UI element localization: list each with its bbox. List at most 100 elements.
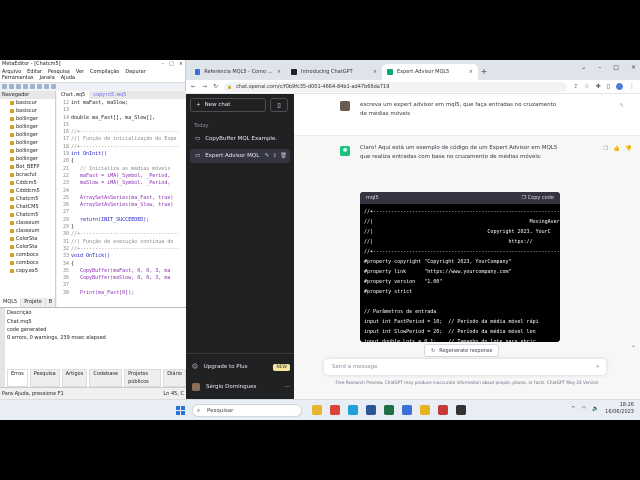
navigator-item[interactable]: Chatcm5 (0, 211, 55, 219)
back-icon[interactable]: ← (191, 83, 196, 90)
editor-tab-chat[interactable]: Chat.mq5 (57, 91, 90, 99)
navigator-item[interactable]: combocx (0, 259, 55, 267)
navigator-item[interactable]: classeum (0, 219, 55, 227)
mail-icon[interactable] (438, 405, 448, 415)
navigator-item[interactable]: Cdddcm5 (0, 187, 55, 195)
navigator-tab-b[interactable]: B (45, 298, 56, 307)
copy-code-button[interactable]: ❐ Copy code (522, 195, 554, 201)
toolbox-tab-diario[interactable]: Diário (163, 369, 186, 387)
toolbox-tab-erros[interactable]: Erros (7, 369, 28, 387)
user-menu-button[interactable]: Sérgio Domingues ⋯ (192, 380, 290, 394)
share-icon[interactable]: ⇪ (272, 153, 277, 159)
run-icon[interactable] (51, 84, 56, 89)
close-tab-icon[interactable]: × (469, 69, 473, 75)
scroll-down-icon[interactable]: ⌄ (631, 342, 636, 349)
menu-janela[interactable]: Janela (40, 75, 55, 81)
code-editor[interactable]: Chat.mq5 copyro5.mq5 12 int maFast, maSlo… (57, 91, 186, 307)
toolbox-tab-pesquisa[interactable]: Pesquisa (29, 369, 60, 387)
new-file-icon[interactable] (2, 84, 7, 89)
close-icon[interactable]: × (631, 64, 636, 71)
navigator-item[interactable]: bollinger (0, 139, 55, 147)
star-icon[interactable]: ☆ (584, 83, 589, 90)
menu-ajuda[interactable]: Ajuda (61, 75, 75, 81)
new-tab-icon[interactable]: + (478, 64, 490, 80)
close-icon[interactable]: × (179, 61, 183, 67)
reload-icon[interactable]: ↻ (213, 83, 218, 90)
navigator-item[interactable]: combocx (0, 251, 55, 259)
maximize-icon[interactable]: □ (169, 61, 174, 67)
navigator-item[interactable]: copy.ex5 (0, 267, 55, 275)
clock[interactable]: 18:26 16/06/2023 (605, 402, 634, 416)
toolbox-tab-artigos[interactable]: Artigos (61, 369, 88, 387)
trash-icon[interactable]: 🗑 (280, 153, 287, 159)
address-bar[interactable]: chat.openai.com/c/f0b9fc35-d001-4664-84b… (224, 81, 568, 92)
open-icon[interactable] (9, 84, 14, 89)
edit-icon[interactable]: ✎ (619, 103, 624, 109)
edit-icon[interactable]: ✎ (265, 153, 270, 159)
hide-sidebar-button[interactable]: ▯ (270, 98, 288, 112)
navigator-item[interactable]: bollinger (0, 115, 55, 123)
chrome-icon[interactable] (330, 405, 340, 415)
menu-compilacao[interactable]: Compilação (90, 69, 119, 75)
thumbs-up-icon[interactable]: 👍 (613, 146, 620, 152)
excel-icon[interactable] (384, 405, 394, 415)
navigator-item[interactable]: basiscur (0, 107, 55, 115)
windows-start-icon[interactable] (176, 406, 185, 415)
speaker-icon[interactable]: 🔈 (592, 406, 599, 412)
metaeditor-icon[interactable] (420, 405, 430, 415)
navigator-item[interactable]: bollinger (0, 131, 55, 139)
menu-ver[interactable]: Ver (76, 69, 84, 75)
copy-icon[interactable]: ❐ (603, 146, 608, 152)
store-icon[interactable] (402, 405, 412, 415)
minimize-icon[interactable]: – (162, 61, 165, 67)
navigator-item[interactable]: bcracfut (0, 171, 55, 179)
chrome-tab-introducing-chatgpt[interactable]: Introducing ChatGPT × (286, 64, 382, 80)
toolbox-row[interactable]: Chat.mq5 (7, 319, 184, 326)
navigator-item[interactable]: bollinger (0, 123, 55, 131)
toolbox-row[interactable]: code generated (7, 327, 184, 334)
chrome-tab-expert-advisor[interactable]: Expert Advisor MQL5 × (382, 64, 478, 80)
editor-tab-copy[interactable]: copyro5.mq5 (89, 91, 130, 99)
chevron-down-icon[interactable]: ⌄ (581, 64, 586, 71)
send-icon[interactable]: ➤ (595, 359, 600, 375)
extensions-icon[interactable]: ✚ (596, 83, 601, 90)
navigator-item[interactable]: Bot_BEFP (0, 163, 55, 171)
menu-ferramentas[interactable]: Ferramentas (2, 75, 34, 81)
copy-icon[interactable] (30, 84, 35, 89)
navigator-tab-mql5[interactable]: MQL5 (0, 298, 21, 307)
minimize-icon[interactable]: – (598, 64, 601, 71)
navigator-item[interactable]: bollinger (0, 147, 55, 155)
compile-icon[interactable] (44, 84, 49, 89)
close-tab-icon[interactable]: × (373, 69, 377, 75)
save-icon[interactable] (16, 84, 21, 89)
navigator-item[interactable]: Chatcm5 (0, 195, 55, 203)
edge-icon[interactable] (348, 405, 358, 415)
thumbs-down-icon[interactable]: 👎 (625, 146, 632, 152)
paste-icon[interactable] (37, 84, 42, 89)
navigator-item[interactable]: basiscur (0, 99, 55, 107)
version-link[interactable]: ChatGPT May 24 Version (547, 380, 599, 385)
navigator-item[interactable]: Cddcm5 (0, 179, 55, 187)
navigator-item[interactable]: ColorSta (0, 235, 55, 243)
toolbox-row[interactable]: 0 errors, 0 warnings, 239 msec elapsed (7, 335, 184, 342)
terminal-icon[interactable] (456, 405, 466, 415)
chevron-up-icon[interactable]: ^ (571, 406, 576, 412)
wifi-icon[interactable]: ◠ (582, 406, 587, 412)
menu-icon[interactable]: ⋮ (629, 83, 635, 90)
message-input[interactable]: Send a message ➤ (324, 359, 606, 375)
conversation-item-active[interactable]: ▭ Expert Advisor MQL ✎ ⇪ 🗑 (190, 149, 290, 163)
profile-icon[interactable] (616, 83, 623, 90)
navigator-item[interactable]: classeum (0, 227, 55, 235)
cut-icon[interactable] (23, 84, 28, 89)
navigator-tab-projeto[interactable]: Projeto (21, 298, 45, 307)
share-icon[interactable]: ⇪ (573, 83, 578, 90)
menu-depurar[interactable]: Depurar (125, 69, 145, 75)
navigator-item[interactable]: ChatCM5 (0, 203, 55, 211)
file-explorer-icon[interactable] (312, 405, 322, 415)
maximize-icon[interactable]: □ (613, 64, 619, 71)
chrome-tab-mql5-reference[interactable]: Referência MQL5 - Como usar o × (190, 64, 286, 80)
taskbar-search[interactable]: Pesquisar (192, 404, 302, 417)
conversation-item[interactable]: ▭ CopyBuffer MQL Example. (190, 132, 290, 146)
toolbox-tab-codebase[interactable]: Codebase (89, 369, 123, 387)
upgrade-button[interactable]: ☺ Upgrade to Plus NEW (192, 360, 290, 374)
